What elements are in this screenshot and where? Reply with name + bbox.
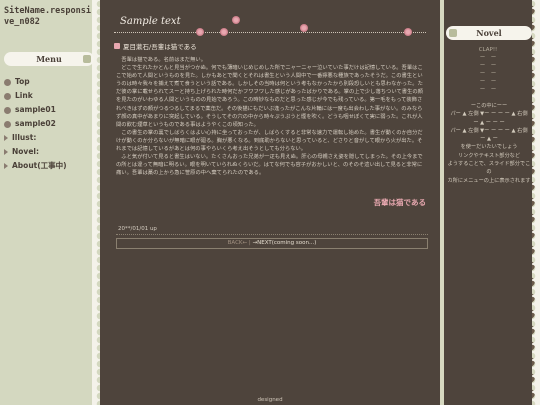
rose-icon <box>196 28 204 36</box>
menu-item-label: sample02 <box>15 119 56 128</box>
bullet-icon <box>4 92 11 100</box>
rose-icon <box>404 28 412 36</box>
left-sidebar: SiteName.responsive_n082 Menu Top Link s… <box>0 0 100 405</box>
novel-info-line: パー ▲ 左側 ▼ー ー ー ー ▲ 右側 <box>450 127 528 134</box>
novel-info-line: を使ーだいたいでしょう <box>460 144 518 151</box>
novel-list: CLAP!! ー ー ー ー ー ー ー ー ー ー <box>448 46 528 94</box>
menu-header: Menu <box>4 52 94 66</box>
header-title: Sample text <box>120 16 181 27</box>
arrow-right-icon <box>4 135 8 141</box>
novel-info-line: パー ▲ 左側 ▼ー ー ー ー ▲ 右側 <box>450 111 528 118</box>
novel-item[interactable]: ー ー <box>448 62 528 70</box>
menu-item-sample02[interactable]: sample02 <box>4 117 96 131</box>
pager: BACK← | →NEXT(coming soon...) <box>116 238 428 249</box>
lace-border <box>532 0 540 405</box>
designed-credit[interactable]: designed <box>100 397 440 403</box>
rose-icon <box>232 16 240 24</box>
arrow-right-icon <box>4 149 8 155</box>
site-name[interactable]: SiteName.responsive_n082 <box>4 6 94 28</box>
header-banner: Sample text <box>104 12 434 38</box>
right-panel: Novel CLAP!! ー ー ー ー ー ー ー ー ー ー ーこの中にーー… <box>444 0 532 405</box>
bullet-icon <box>4 120 11 128</box>
menu-title: Menu <box>36 54 62 64</box>
menu-list: Top Link sample01 sample02 Illust: Novel… <box>4 75 96 173</box>
right-sidebar: Novel CLAP!! ー ー ー ー ー ー ー ー ー ー ーこの中にーー… <box>440 0 540 405</box>
novel-info-line: ー ▲ ー <box>480 136 498 143</box>
novel-info-line: ようすることで、スライド部分でこの <box>447 161 531 176</box>
post-date: 20**/01/01 up <box>118 226 157 232</box>
menu-item-label: Novel: <box>12 147 39 156</box>
bullet-icon <box>4 78 11 86</box>
menu-item-link[interactable]: Link <box>4 89 96 103</box>
ribbon-icon <box>449 29 457 37</box>
post-title: 夏目漱石/吾輩は猫である <box>123 43 197 51</box>
rose-icon <box>220 28 228 36</box>
header-divider <box>114 32 426 33</box>
next-link[interactable]: →NEXT(coming soon...) <box>253 240 317 246</box>
main-content: Sample text 夏目漱石/吾輩は猫である 吾輩は猫である。名前はまだ無い… <box>100 0 440 405</box>
novel-item-clap[interactable]: CLAP!! <box>448 46 528 54</box>
novel-item[interactable]: ー ー <box>448 86 528 94</box>
menu-item-sample01[interactable]: sample01 <box>4 103 96 117</box>
menu-item-label: Link <box>15 91 33 100</box>
post-footer-title: 吾輩は猫である <box>373 198 426 207</box>
menu-item-illust[interactable]: Illust: <box>4 131 96 145</box>
heart-icon <box>114 43 120 49</box>
menu-item-label: Top <box>15 77 30 86</box>
post-title-row: 夏目漱石/吾輩は猫である <box>114 41 197 51</box>
post-body: 吾輩は猫である。名前はまだ無い。 どこで生れたかとんと見当がつかぬ。何でも薄暗い… <box>116 57 423 177</box>
menu-item-novel[interactable]: Novel: <box>4 145 96 159</box>
menu-item-label: Illust: <box>12 133 37 142</box>
novel-header: Novel <box>446 26 532 40</box>
novel-title: Novel <box>476 28 502 38</box>
rose-icon <box>300 24 308 32</box>
menu-item-about[interactable]: About(工事中) <box>4 159 96 173</box>
menu-item-top[interactable]: Top <box>4 75 96 89</box>
pager-separator: | <box>248 240 251 246</box>
bullet-icon <box>4 106 11 114</box>
novel-info-line: リンクやテキスト部分など <box>457 152 521 159</box>
back-link[interactable]: BACK← <box>228 240 248 246</box>
novel-info-line: カ所にメニューの上に表示されます <box>447 177 531 184</box>
menu-item-label: About(工事中) <box>12 161 67 170</box>
date-divider <box>116 234 428 235</box>
novel-info: ーこの中にーー パー ▲ 左側 ▼ー ー ー ー ▲ 右側 ー ▲ ー ー ー … <box>446 102 532 185</box>
menu-item-label: sample01 <box>15 105 56 114</box>
ribbon-icon <box>83 55 91 63</box>
arrow-right-icon <box>4 163 8 169</box>
novel-item[interactable]: ー ー <box>448 54 528 62</box>
novel-info-line: ー ▲ ー ー ー <box>473 119 505 126</box>
novel-item[interactable]: ー ー <box>448 78 528 86</box>
novel-item[interactable]: ー ー <box>448 70 528 78</box>
novel-info-line: ーこの中にーー <box>470 103 508 109</box>
